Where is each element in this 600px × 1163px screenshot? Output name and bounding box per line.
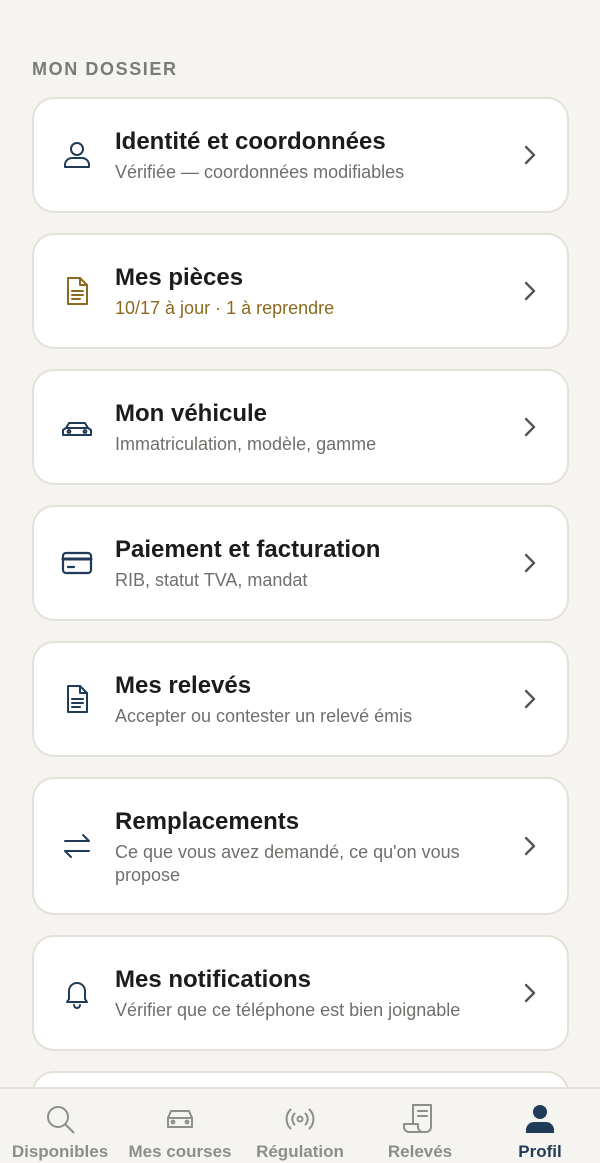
car-icon — [163, 1102, 197, 1136]
receipt-icon — [403, 1102, 437, 1136]
card-title: Mes relevés — [115, 672, 252, 699]
chevron-right-icon — [519, 144, 541, 166]
card-documents[interactable]: Mes pièces 10/17 à jour · 1 à reprendre — [32, 233, 569, 349]
chevron-right-icon — [519, 982, 541, 1004]
card-title: Identité et coordonnées — [115, 128, 386, 155]
credit-card-icon — [60, 546, 94, 580]
section-title: MON DOSSIER — [32, 59, 178, 79]
card-title: Paiement et facturation — [115, 536, 381, 563]
tab-mes-courses[interactable]: Mes courses — [120, 1089, 240, 1163]
card-subtitle: Accepter ou contester un relevé émis — [115, 706, 413, 726]
receipt-doc-icon — [60, 682, 94, 716]
tab-label: Mes courses — [128, 1142, 232, 1161]
card-subtitle: Immatriculation, modèle, gamme — [115, 434, 377, 454]
chevron-right-icon — [519, 280, 541, 302]
card-vehicle[interactable]: Mon véhicule Immatriculation, modèle, ga… — [32, 369, 569, 485]
card-notifications[interactable]: Mes notifications Vérifier que ce téléph… — [32, 935, 569, 1051]
card-subtitle: Ce que vous avez demandé, ce qu'on vous … — [115, 842, 460, 885]
card-subtitle: RIB, statut TVA, mandat — [115, 570, 308, 590]
card-subtitle: 10/17 à jour · 1 à reprendre — [115, 298, 335, 318]
broadcast-icon — [283, 1102, 317, 1136]
chevron-right-icon — [519, 835, 541, 857]
card-replacements[interactable]: Remplacements Ce que vous avez demandé, … — [32, 777, 569, 915]
card-identity[interactable]: Identité et coordonnées Vérifiée — coord… — [32, 97, 569, 213]
bell-icon — [60, 976, 94, 1010]
tab-label: Profil — [518, 1142, 562, 1161]
dossier-list[interactable]: MON DOSSIER Identité et coordonnées Véri… — [0, 0, 600, 1087]
tab-label: Disponibles — [11, 1142, 109, 1161]
card-title: Mon véhicule — [115, 400, 268, 427]
car-icon — [60, 410, 94, 444]
tab-profil[interactable]: Profil — [480, 1089, 600, 1163]
document-icon — [60, 274, 94, 308]
chevron-right-icon — [519, 688, 541, 710]
profile-icon — [523, 1102, 557, 1136]
search-icon — [43, 1102, 77, 1136]
card-statements[interactable]: Mes relevés Accepter ou contester un rel… — [32, 641, 569, 757]
tab-label: Relevés — [387, 1142, 453, 1161]
tab-disponibles[interactable]: Disponibles — [0, 1089, 120, 1163]
chevron-right-icon — [519, 416, 541, 438]
card-subtitle: Vérifier que ce téléphone est bien joign… — [115, 1000, 461, 1020]
chevron-right-icon — [519, 552, 541, 574]
bottom-tab-bar: Disponibles Mes courses Régulation Relev… — [0, 1087, 600, 1163]
card-next-partial[interactable] — [32, 1071, 569, 1087]
tab-label: Régulation — [256, 1142, 344, 1161]
card-title: Mes notifications — [115, 966, 312, 993]
card-title: Remplacements — [115, 808, 300, 835]
swap-arrows-icon — [60, 829, 94, 863]
card-title: Mes pièces — [115, 264, 244, 291]
card-payment[interactable]: Paiement et facturation RIB, statut TVA,… — [32, 505, 569, 621]
tab-releves[interactable]: Relevés — [360, 1089, 480, 1163]
card-subtitle: Vérifiée — coordonnées modifiables — [115, 162, 405, 182]
profile-screen: MON DOSSIER Identité et coordonnées Véri… — [0, 0, 600, 1163]
tab-regulation[interactable]: Régulation — [240, 1089, 360, 1163]
user-icon — [60, 138, 94, 172]
